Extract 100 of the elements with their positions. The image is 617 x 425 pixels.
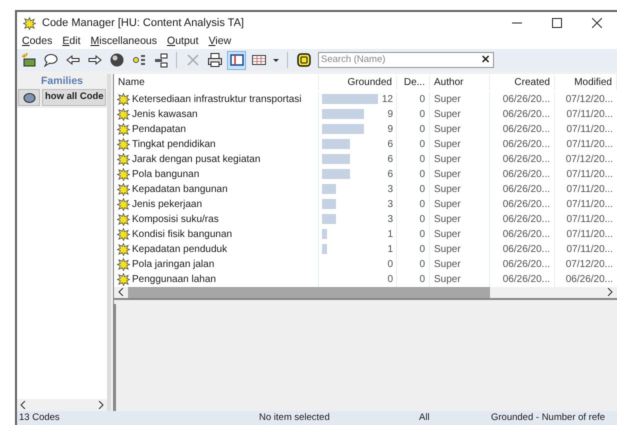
column-header[interactable]: Author <box>430 75 490 90</box>
table-cell: Super <box>434 94 461 105</box>
table-cell: 07/11/20... <box>566 214 613 225</box>
table-cell-text: 12 <box>382 92 393 107</box>
table-cell: 07/12/20... <box>566 154 613 165</box>
table-cell: 07/11/20... <box>566 124 613 135</box>
table-cell-text: 0 <box>387 272 393 287</box>
code-name[interactable]: Pendapatan <box>132 122 186 137</box>
grounded-bar <box>322 124 364 134</box>
scroll-left-icon[interactable] <box>118 288 124 296</box>
code-name[interactable]: Ketersediaan infrastruktur transportasi <box>132 92 302 107</box>
grounded-bar <box>322 199 336 210</box>
table-cell: 06/26/20... <box>502 94 550 105</box>
table-cell: 07/11/20... <box>566 108 613 120</box>
table-cell: 07/11/20... <box>566 228 613 240</box>
scrollbar-thumb[interactable] <box>128 286 490 298</box>
column-header[interactable]: Created <box>490 75 555 90</box>
table-cell-text: 1 <box>387 242 393 257</box>
table-cell: 0 <box>419 228 425 240</box>
table-cell: 06/26/20... <box>502 214 550 225</box>
table-cell: 0 <box>419 274 425 285</box>
star-icon <box>117 108 130 121</box>
table-cell: 06/26/20... <box>502 154 550 165</box>
column-header[interactable]: Name <box>114 75 319 90</box>
table-cell: 06/26/20... <box>502 168 550 180</box>
grounded-bar <box>322 94 378 104</box>
table-cell: 07/12/20... <box>566 94 613 105</box>
menu-item[interactable]: Output <box>167 34 199 50</box>
code-name[interactable]: Penggunaan lahan <box>132 272 216 287</box>
table-cell: Super <box>434 138 461 150</box>
status-text: No item selected <box>258 410 331 425</box>
star-icon <box>117 122 130 136</box>
scroll-right-icon[interactable] <box>607 288 613 296</box>
family-icon[interactable] <box>18 89 40 106</box>
table-cell: Super <box>434 228 461 240</box>
new-code-icon[interactable] <box>19 50 38 70</box>
table-cell-text: 6 <box>387 168 393 182</box>
search-field[interactable]: Search (Name) ✕ <box>318 52 494 68</box>
star-icon <box>117 242 130 256</box>
code-name[interactable]: Jenis kawasan <box>132 106 198 122</box>
horizontal-scrollbar[interactable] <box>114 286 617 298</box>
code-name[interactable]: Pola jaringan jalan <box>132 256 214 272</box>
table-cell-text: 3 <box>387 182 393 197</box>
column-header[interactable]: Grounded <box>319 75 397 90</box>
window-title: Code Manager [HU: Content Analysis TA] <box>42 16 244 31</box>
menu-item[interactable]: Miscellaneous <box>90 34 158 50</box>
code-name[interactable]: Jenis pekerjaan <box>132 196 202 212</box>
scroll-right-icon[interactable] <box>98 401 104 409</box>
table-cell: 0 <box>419 94 425 105</box>
table-cell-text: 9 <box>387 122 393 137</box>
grounded-bar <box>322 244 327 254</box>
menu-item[interactable]: Codes <box>22 34 52 50</box>
table-cell: Super <box>434 214 461 225</box>
table-cell: Super <box>434 154 461 165</box>
printer-icon[interactable] <box>205 50 224 70</box>
grounded-bar <box>322 184 336 194</box>
code-name[interactable]: Tingkat pendidikan <box>132 136 216 152</box>
column-header[interactable]: Modified <box>555 75 617 90</box>
table-cell: Super <box>434 108 461 120</box>
code-name[interactable]: Komposisi suku/ras <box>132 212 219 227</box>
table-cell: 07/11/20... <box>566 198 613 210</box>
star-icon <box>117 152 130 166</box>
table-cell: 0 <box>419 108 425 120</box>
horizontal-scrollbar[interactable] <box>17 399 107 411</box>
clear-button[interactable]: ✕ <box>478 52 493 68</box>
star-icon <box>117 198 130 211</box>
table-cell: 07/11/20... <box>566 168 613 180</box>
table-cell-text: 3 <box>387 198 393 212</box>
grounded-bar <box>322 109 364 120</box>
table-cell: 06/26/20... <box>502 108 550 120</box>
table-cell: Super <box>434 184 461 195</box>
menu-item[interactable]: View <box>208 34 232 50</box>
table-cell-text: 0 <box>387 258 393 272</box>
star-icon <box>117 92 130 106</box>
star-icon <box>117 212 130 226</box>
table-cell: Super <box>434 168 461 180</box>
column-header[interactable]: De... <box>397 75 430 90</box>
table-cell: 06/26/20... <box>502 244 550 255</box>
code-name[interactable]: Kondisi fisik bangunan <box>132 226 232 242</box>
table-cell: 07/12/20... <box>566 258 613 270</box>
grounded-bar <box>322 214 336 224</box>
scroll-left-icon[interactable] <box>20 401 26 409</box>
star-icon <box>117 258 130 271</box>
table-cell: 06/26/20... <box>502 124 550 135</box>
status-text: 13 Codes <box>18 410 61 425</box>
code-name[interactable]: Kepadatan penduduk <box>132 242 228 257</box>
grounded-bar <box>322 169 350 180</box>
table-cell: 06/26/20... <box>502 198 550 210</box>
pane-layout-icon[interactable] <box>227 50 246 70</box>
menu-item[interactable]: Edit <box>62 34 80 50</box>
table-cell: Super <box>434 274 461 285</box>
table-cell: 0 <box>419 154 425 165</box>
table-cell: 0 <box>419 184 425 195</box>
star-icon <box>117 138 130 151</box>
table-cell: Super <box>434 244 461 255</box>
code-name[interactable]: Kepadatan bangunan <box>132 182 228 197</box>
grounded-bar <box>322 229 327 240</box>
code-name[interactable]: Pola bangunan <box>132 166 200 182</box>
show-all-codes-button[interactable]: how all Code <box>42 89 106 106</box>
code-name[interactable]: Jarak dengan pusat kegiatan <box>132 152 260 167</box>
